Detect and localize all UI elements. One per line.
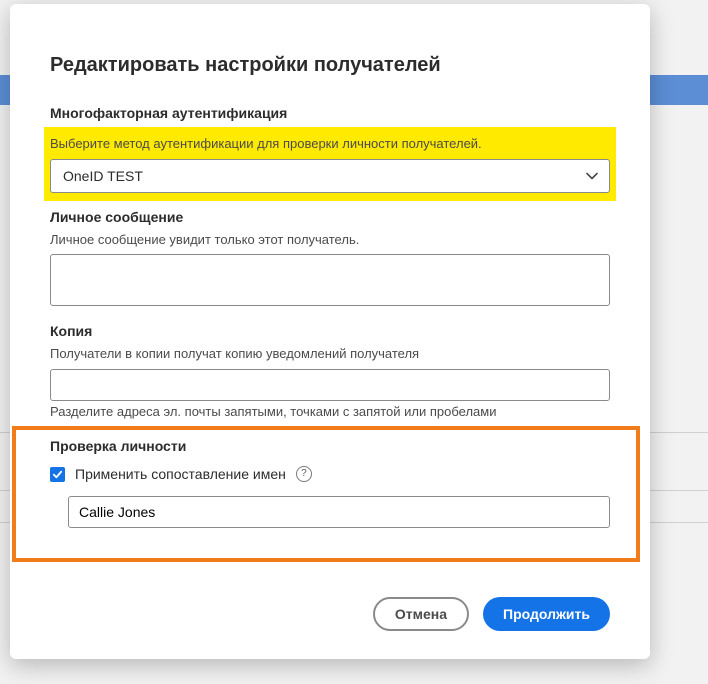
mfa-help-text: Выберите метод аутентификации для провер… <box>50 135 610 153</box>
identity-highlight-region: Проверка личности Применить сопоставлени… <box>12 426 640 562</box>
help-icon[interactable]: ? <box>296 466 312 482</box>
cc-input[interactable] <box>50 369 610 401</box>
dialog-title: Редактировать настройки получателей <box>50 54 610 77</box>
mfa-method-select-button[interactable]: OneID TEST <box>50 159 610 193</box>
cc-note: Разделите адреса эл. почты запятыми, точ… <box>50 403 610 421</box>
personal-message-help: Личное сообщение увидит только этот полу… <box>50 231 610 249</box>
edit-recipient-settings-dialog: Редактировать настройки получателей Мног… <box>10 4 650 659</box>
mfa-method-selected-value: OneID TEST <box>63 168 143 184</box>
continue-button[interactable]: Продолжить <box>483 597 610 631</box>
identity-name-input[interactable] <box>68 496 610 528</box>
name-match-checkbox[interactable] <box>50 467 65 482</box>
cc-heading: Копия <box>50 323 610 339</box>
personal-message-input[interactable] <box>50 254 610 306</box>
mfa-method-select[interactable]: OneID TEST <box>50 159 610 193</box>
identity-heading: Проверка личности <box>50 438 610 454</box>
personal-message-heading: Личное сообщение <box>50 209 610 225</box>
name-match-label: Применить сопоставление имен <box>75 466 286 482</box>
dialog-footer: Отмена Продолжить <box>10 583 650 659</box>
mfa-highlight-region: Выберите метод аутентификации для провер… <box>44 127 616 201</box>
mfa-heading: Многофакторная аутентификация <box>50 105 610 121</box>
cc-help: Получатели в копии получат копию уведомл… <box>50 345 610 363</box>
cancel-button[interactable]: Отмена <box>373 597 469 631</box>
